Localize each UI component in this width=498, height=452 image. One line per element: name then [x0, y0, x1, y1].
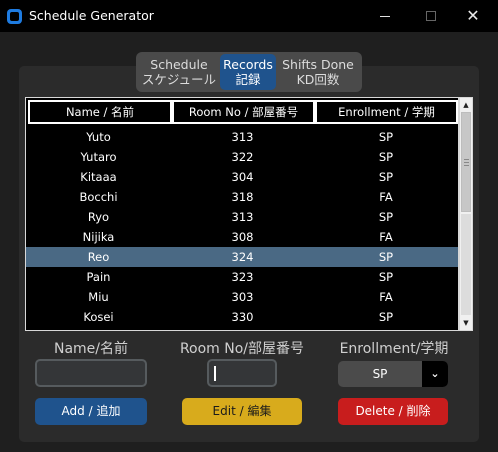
tab-schedule-sublabel: スケジュール [141, 72, 217, 87]
name-cell: Yuto [86, 130, 111, 144]
enrollment-select-value: SP [372, 367, 388, 381]
name-cell: Miu [88, 290, 109, 304]
table-row[interactable]: Yuto 313 SP [26, 127, 458, 147]
tab-schedule-label: Schedule [150, 57, 208, 72]
tab-bar: Schedule スケジュール Records 記録 Shifts Done K… [136, 52, 362, 92]
scroll-down-arrow-icon[interactable]: ▼ [460, 316, 472, 330]
enrollment-cell: SP [378, 250, 394, 264]
enrollment-label: Enrollment/学期 [339, 341, 449, 357]
records-table[interactable]: Name / 名前 Room No / 部屋番号 Enrollment / 学期… [25, 97, 459, 331]
enrollment-cell: SP [378, 130, 394, 144]
tab-records-label: Records [223, 57, 273, 72]
minimize-icon [380, 16, 390, 17]
table-row[interactable]: Bocchi 318 FA [26, 187, 458, 207]
edit-button[interactable]: Edit / 編集 [182, 398, 302, 425]
room-cell: 304 [231, 170, 254, 184]
table-header: Name / 名前 Room No / 部屋番号 Enrollment / 学期 [26, 100, 458, 124]
enrollment-cell: SP [378, 210, 394, 224]
enrollment-cell: SP [378, 270, 394, 284]
name-cell: Pain [86, 270, 111, 284]
table-row[interactable]: Kosei 330 SP [26, 307, 458, 327]
table-row[interactable]: Ryo 313 SP [26, 207, 458, 227]
chevron-down-icon[interactable]: ⌄ [422, 361, 448, 387]
name-cell: Bocchi [79, 190, 118, 204]
tab-shifts-done[interactable]: Shifts Done KD回数 [276, 54, 360, 90]
name-cell: Nijika [82, 230, 115, 244]
table-row[interactable]: Miu 303 FA [26, 287, 458, 307]
name-label: Name/名前 [53, 341, 129, 357]
enrollment-cell: SP [378, 310, 394, 324]
name-cell: Reo [87, 250, 110, 264]
table-scrollbar[interactable]: ▲ ▼ [459, 97, 473, 331]
enrollment-cell: FA [379, 230, 393, 244]
maximize-button[interactable] [417, 3, 445, 29]
table-row[interactable]: Yutaro 322 SP [26, 147, 458, 167]
tab-records-sublabel: 記録 [235, 72, 261, 87]
name-cell: Yutaro [80, 150, 117, 164]
room-cell: 330 [231, 310, 254, 324]
table-row[interactable]: Pain 323 SP [26, 267, 458, 287]
app-icon [7, 9, 22, 24]
table-row[interactable]: Reo 324 SP [26, 247, 458, 267]
grip-line [464, 165, 469, 166]
table-row[interactable]: Kitaaa 304 SP [26, 167, 458, 187]
name-cell: Ryo [87, 210, 110, 224]
column-header-enrollment[interactable]: Enrollment / 学期 [315, 100, 458, 124]
enrollment-select[interactable]: SP ⌄ [338, 361, 448, 387]
enrollment-cell: SP [378, 150, 394, 164]
enrollment-cell: FA [379, 190, 393, 204]
delete-button[interactable]: Delete / 削除 [338, 398, 448, 425]
room-cell: 322 [231, 150, 254, 164]
room-cell: 313 [231, 130, 254, 144]
room-cell: 324 [231, 250, 254, 264]
title-bar: Schedule Generator ✕ [0, 0, 498, 32]
tab-schedule[interactable]: Schedule スケジュール [138, 54, 220, 90]
tab-shifts-done-sublabel: KD回数 [296, 72, 340, 87]
name-cell: Kitaaa [80, 170, 117, 184]
name-input[interactable] [35, 359, 147, 387]
enrollment-cell: SP [378, 170, 394, 184]
close-button[interactable]: ✕ [459, 3, 487, 29]
room-input[interactable] [207, 359, 277, 387]
room-cell: 313 [231, 210, 254, 224]
room-label: Room No/部屋番号 [179, 341, 305, 357]
window-title: Schedule Generator [29, 8, 154, 23]
scroll-thumb[interactable] [461, 112, 471, 212]
room-cell: 308 [231, 230, 254, 244]
enrollment-cell: FA [379, 290, 393, 304]
tab-shifts-done-label: Shifts Done [282, 57, 354, 72]
column-header-room[interactable]: Room No / 部屋番号 [172, 100, 315, 124]
tab-records[interactable]: Records 記録 [220, 54, 276, 90]
add-button[interactable]: Add / 追加 [35, 398, 147, 425]
scroll-up-arrow-icon[interactable]: ▲ [460, 98, 472, 112]
text-caret [214, 366, 216, 381]
room-cell: 323 [231, 270, 254, 284]
grip-line [464, 162, 469, 163]
column-header-name[interactable]: Name / 名前 [28, 100, 172, 124]
room-cell: 303 [231, 290, 254, 304]
scroll-track[interactable] [461, 214, 471, 315]
table-row[interactable]: Nijika 308 FA [26, 227, 458, 247]
name-cell: Kosei [83, 310, 114, 324]
minimize-button[interactable] [371, 3, 399, 29]
room-cell: 318 [231, 190, 254, 204]
maximize-icon [426, 11, 436, 21]
grip-line [464, 159, 469, 160]
